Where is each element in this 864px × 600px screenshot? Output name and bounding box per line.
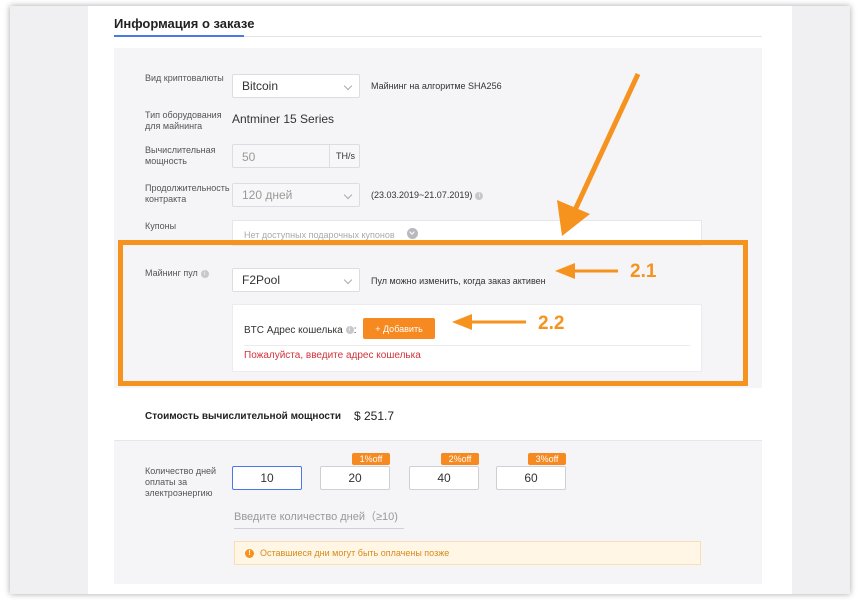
contract-select[interactable]: 120 дней <box>232 183 360 207</box>
days-label: Количество дней оплаты за электроэнергию <box>145 466 217 498</box>
coupons-label: Купоны <box>145 221 177 231</box>
contract-date-range: (23.03.2019~21.07.2019) i <box>371 190 484 200</box>
chevron-down-icon <box>343 190 353 200</box>
contract-range-text: (23.03.2019~21.07.2019) <box>371 190 473 200</box>
days-custom-input[interactable]: Введите количество дней（≥10) <box>234 508 404 529</box>
contract-select-value: 120 дней <box>242 188 293 202</box>
crypto-label: Вид криптовалюты <box>145 73 224 83</box>
warning-banner: ! Оставшиеся дни могут быть оплачены поз… <box>234 541 701 565</box>
contract-label: Продолжительность контракта <box>145 183 230 204</box>
crypto-select-value: Bitcoin <box>242 79 279 93</box>
days-option-60[interactable]: 60 <box>496 466 566 490</box>
equipment-label: Тип оборудования для майнинга <box>145 110 222 131</box>
unit-divider <box>329 145 330 167</box>
coupon-placeholder: Нет доступных подарочных купонов <box>244 230 395 240</box>
cost-label: Стоимость вычислительной мощности <box>145 411 342 422</box>
info-icon[interactable]: i <box>475 191 484 200</box>
crypto-algorithm-note: Майнинг на алгоритме SHA256 <box>371 81 502 91</box>
electricity-days-section: Количество дней оплаты за электроэнергию… <box>114 440 762 584</box>
power-label: Вычислительная мощность <box>145 145 216 166</box>
annotation-label-2-1: 2.1 <box>630 261 657 282</box>
power-unit: TH/s <box>336 151 355 161</box>
title-underline <box>114 35 244 37</box>
chevron-down-icon <box>407 228 418 239</box>
discount-badge: 1%off <box>352 453 390 465</box>
days-option-20[interactable]: 20 <box>320 466 390 490</box>
cost-row: Стоимость вычислительной мощности $ 251.… <box>114 388 762 440</box>
crypto-select[interactable]: Bitcoin <box>232 74 360 98</box>
chevron-down-icon <box>343 81 353 91</box>
power-field[interactable]: 50 TH/s <box>232 144 360 168</box>
warning-icon: ! <box>245 548 254 558</box>
annotation-label-2-2: 2.2 <box>538 313 565 334</box>
warning-text: Оставшиеся дни могут быть оплачены позже <box>260 548 450 558</box>
section-title: Информация о заказе <box>114 16 255 31</box>
discount-badge: 2%off <box>441 453 479 465</box>
discount-badge: 3%off <box>528 453 566 465</box>
power-value: 50 <box>242 150 256 164</box>
days-option-40[interactable]: 40 <box>409 466 479 490</box>
cost-value: $ 251.7 <box>354 409 395 423</box>
days-option-10[interactable]: 10 <box>232 466 302 490</box>
equipment-value: Antminer 15 Series <box>232 112 335 126</box>
